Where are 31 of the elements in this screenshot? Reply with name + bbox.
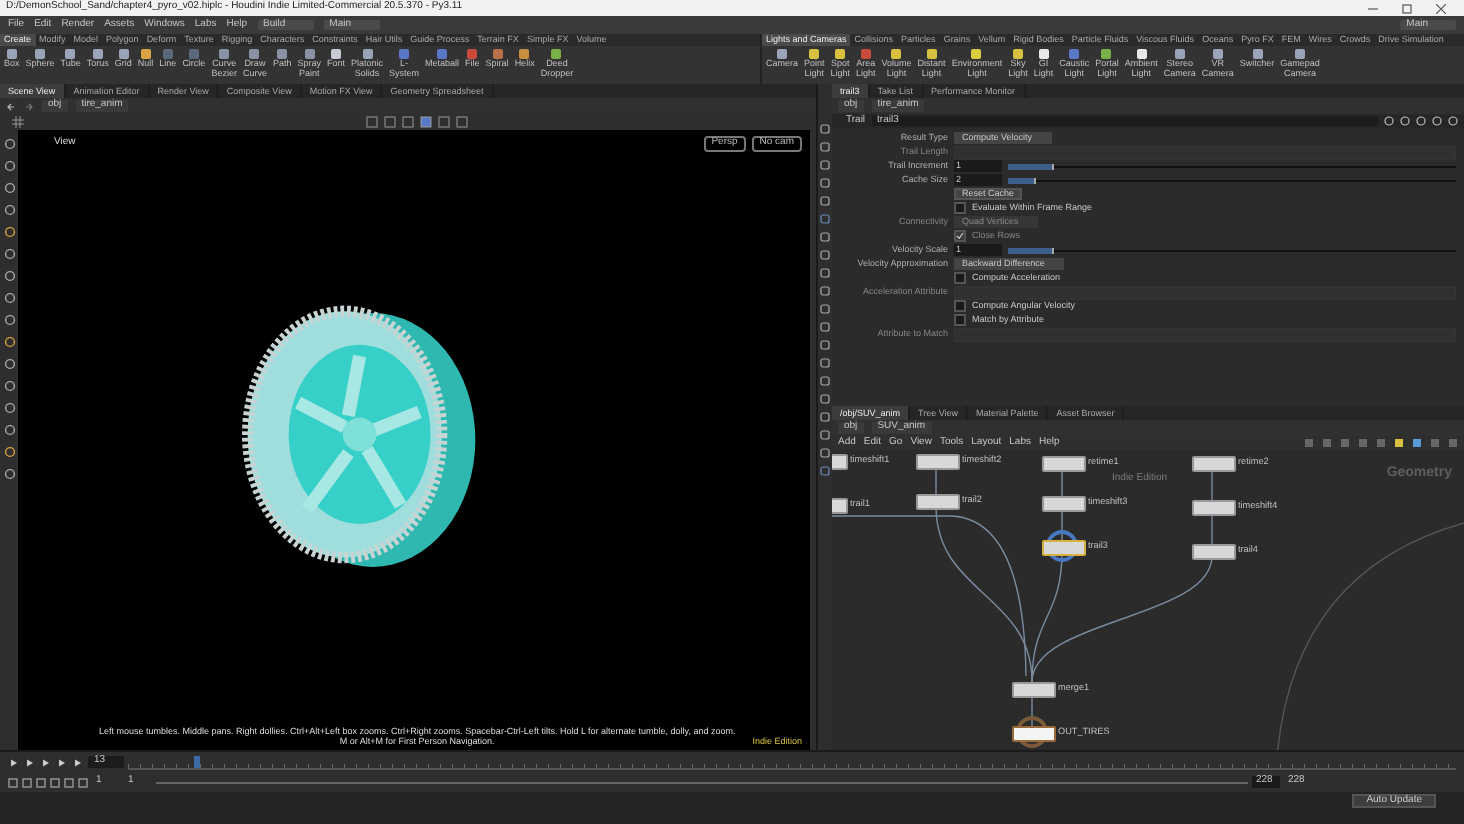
wire-line xyxy=(1061,467,1063,497)
close-icon[interactable] xyxy=(1436,3,1446,13)
checkbox[interactable] xyxy=(954,314,966,326)
network-node[interactable] xyxy=(1192,500,1236,516)
network-node[interactable] xyxy=(1012,682,1056,698)
forward-icon[interactable] xyxy=(24,101,34,111)
viewport[interactable] xyxy=(18,130,810,750)
grid-icon[interactable] xyxy=(12,116,24,128)
wire-line xyxy=(1031,693,1033,727)
parameter-field[interactable] xyxy=(954,145,1456,159)
network-node[interactable] xyxy=(1192,544,1236,560)
parameter-field[interactable] xyxy=(954,285,1456,299)
network-node[interactable] xyxy=(916,494,960,510)
maximize-icon[interactable] xyxy=(1402,3,1412,13)
network-node[interactable] xyxy=(1192,456,1236,472)
playhead[interactable] xyxy=(194,755,201,767)
minimize-icon[interactable] xyxy=(1368,3,1378,13)
wire-line xyxy=(935,465,937,495)
wire-line xyxy=(1061,507,1063,541)
network-node[interactable] xyxy=(1042,496,1086,512)
wire-line xyxy=(1211,511,1213,545)
network-node[interactable] xyxy=(916,454,960,470)
network-node[interactable] xyxy=(1042,456,1086,472)
network-node[interactable] xyxy=(1012,726,1056,742)
network-node[interactable] xyxy=(1042,540,1086,556)
checkbox[interactable] xyxy=(954,272,966,284)
checkbox[interactable] xyxy=(954,202,966,214)
parameter-field[interactable] xyxy=(954,327,1456,341)
wire-line xyxy=(1211,467,1213,501)
back-icon[interactable] xyxy=(6,101,16,111)
checkbox[interactable] xyxy=(954,300,966,312)
